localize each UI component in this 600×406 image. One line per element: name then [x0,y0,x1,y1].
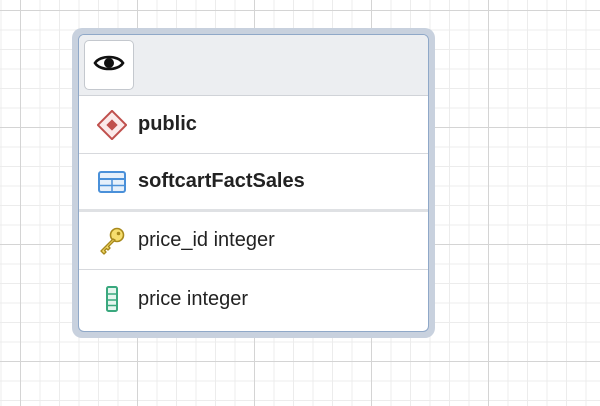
schema-icon [97,109,127,140]
table-icon [97,167,127,197]
toggle-visibility-button[interactable] [84,40,134,90]
table-name: softcartFactSales [138,170,305,192]
primary-key-icon [97,226,127,256]
schema-row[interactable]: public [79,96,428,154]
schema-name: public [138,113,197,135]
eye-icon [93,52,125,79]
column-row-price[interactable]: price integer [79,270,428,328]
column-row-price-id[interactable]: price_id integer [79,212,428,270]
table-node-selection[interactable]: public softcartFactSales price_id intege… [72,28,435,338]
table-node-header [79,35,428,96]
column-icon [97,284,127,314]
table-node[interactable]: public softcartFactSales price_id intege… [78,34,429,332]
column-label: price integer [138,287,249,310]
column-label: price_id integer [138,229,275,251]
table-row[interactable]: softcartFactSales [79,154,428,212]
